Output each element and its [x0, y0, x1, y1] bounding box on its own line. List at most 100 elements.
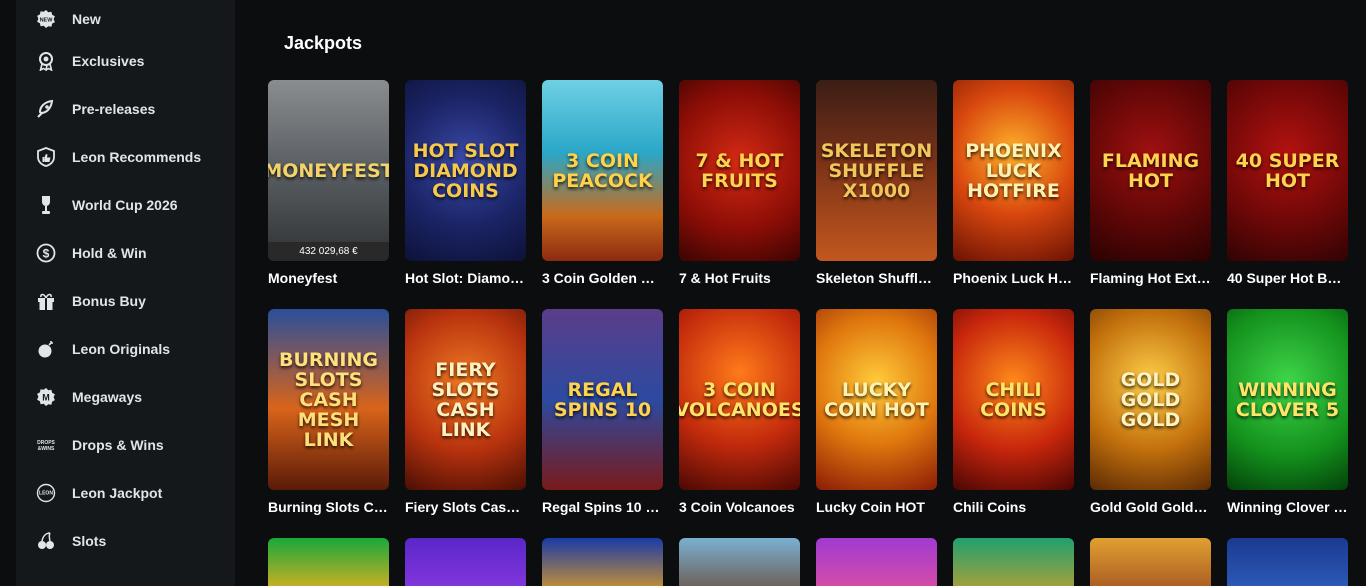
bomb-icon: [35, 338, 57, 360]
megaways-icon: M: [35, 386, 57, 408]
game-card[interactable]: [405, 538, 526, 586]
sidebar-item-hold-win[interactable]: $ Hold & Win: [16, 229, 235, 277]
game-thumbnail[interactable]: 40 SUPER HOT: [1227, 80, 1348, 261]
game-logo-text: MONEYFEST: [268, 159, 389, 182]
jackpot-amount: 432 029,68 €: [268, 242, 389, 261]
game-thumbnail[interactable]: [953, 538, 1074, 586]
game-card[interactable]: BURNING SLOTS CASH MESH LINK Burning Slot…: [268, 309, 389, 515]
sidebar-item-label: Hold & Win: [72, 245, 147, 261]
sidebar-item-label: Slots: [72, 533, 107, 549]
sidebar-item-slots[interactable]: Slots: [16, 517, 235, 565]
casino-app: NEW New Exclusives Pre-releases Leon Recomme…: [0, 0, 1366, 586]
game-card[interactable]: CHILI COINS Chili Coins: [953, 309, 1074, 515]
game-title[interactable]: 7 & Hot Fruits: [679, 270, 800, 286]
game-thumbnail[interactable]: [1227, 538, 1348, 586]
game-card[interactable]: WINNING CLOVER 5 Winning Clover 5 Hold & …: [1227, 309, 1348, 515]
game-card[interactable]: [542, 538, 663, 586]
game-card[interactable]: [679, 538, 800, 586]
game-card[interactable]: REGAL SPINS 10 Regal Spins 10 Pate Editio…: [542, 309, 663, 515]
game-card[interactable]: MONEYFEST 432 029,68 € Moneyfest: [268, 80, 389, 286]
game-thumbnail[interactable]: [542, 538, 663, 586]
game-title[interactable]: Winning Clover 5 Hold & Win: [1227, 499, 1348, 515]
game-card[interactable]: 7 & HOT FRUITS 7 & Hot Fruits: [679, 80, 800, 286]
sidebar-item-megaways[interactable]: M Megaways: [16, 373, 235, 421]
game-title[interactable]: Chili Coins: [953, 499, 1074, 515]
game-title[interactable]: 3 Coin Golden Peacock: [542, 270, 663, 286]
game-thumbnail[interactable]: WINNING CLOVER 5: [1227, 309, 1348, 490]
game-thumbnail[interactable]: BURNING SLOTS CASH MESH LINK: [268, 309, 389, 490]
game-title[interactable]: Moneyfest: [268, 270, 389, 286]
game-card[interactable]: 3 COIN PEACOCK 3 Coin Golden Peacock: [542, 80, 663, 286]
sidebar-item-label: Pre-releases: [72, 101, 156, 117]
game-thumbnail[interactable]: [679, 538, 800, 586]
game-title[interactable]: Skeleton Shuffle x1000: [816, 270, 937, 286]
game-logo-text: GOLD GOLD GOLD: [1120, 368, 1181, 431]
leon-jackpot-icon: LEON: [35, 482, 57, 504]
sidebar-item-exclusives[interactable]: Exclusives: [16, 37, 235, 85]
sidebar-item-leon-recommends[interactable]: Leon Recommends: [16, 133, 235, 181]
sidebar-item-label: Leon Originals: [72, 341, 171, 357]
game-logo-text: SKELETON SHUFFLE X1000: [820, 139, 933, 202]
game-thumbnail[interactable]: CHILI COINS: [953, 309, 1074, 490]
game-title[interactable]: Flaming Hot Extreme: [1090, 270, 1211, 286]
sidebar-item-new[interactable]: NEW New: [16, 0, 235, 37]
game-thumbnail[interactable]: HOT SLOT DIAMOND COINS: [405, 80, 526, 261]
svg-text:$: $: [43, 247, 50, 261]
game-thumbnail[interactable]: GOLD GOLD GOLD: [1090, 309, 1211, 490]
game-title[interactable]: Regal Spins 10 Pate Edition: [542, 499, 663, 515]
sidebar-item-label: Leon Recommends: [72, 149, 202, 165]
game-card[interactable]: [1090, 538, 1211, 586]
game-thumbnail[interactable]: MONEYFEST 432 029,68 €: [268, 80, 389, 261]
game-card[interactable]: FLAMING HOT Flaming Hot Extreme: [1090, 80, 1211, 286]
sidebar-item-label: Exclusives: [72, 53, 145, 69]
game-card[interactable]: [816, 538, 937, 586]
game-logo-text: LUCKY COIN HOT: [824, 378, 929, 421]
game-thumbnail[interactable]: 3 COIN VOLCANOES: [679, 309, 800, 490]
game-title[interactable]: Fiery Slots Cash Mesh Link: [405, 499, 526, 515]
game-thumbnail[interactable]: SKELETON SHUFFLE X1000: [816, 80, 937, 261]
sidebar-item-leon-originals[interactable]: Leon Originals: [16, 325, 235, 373]
game-logo-text: HOT SLOT DIAMOND COINS: [412, 139, 519, 202]
game-card[interactable]: LUCKY COIN HOT Lucky Coin HOT: [816, 309, 937, 515]
game-thumbnail[interactable]: 7 & HOT FRUITS: [679, 80, 800, 261]
game-thumbnail[interactable]: PHOENIX LUCK HOTFIRE: [953, 80, 1074, 261]
game-title[interactable]: Hot Slot: Diamond Coins: [405, 270, 526, 286]
game-thumbnail[interactable]: [405, 538, 526, 586]
game-logo-text: 40 SUPER HOT: [1235, 149, 1340, 192]
game-card[interactable]: [268, 538, 389, 586]
game-card[interactable]: 3 COIN VOLCANOES 3 Coin Volcanoes: [679, 309, 800, 515]
game-title[interactable]: 3 Coin Volcanoes: [679, 499, 800, 515]
game-thumbnail[interactable]: [816, 538, 937, 586]
game-logo-text: REGAL SPINS 10: [553, 378, 652, 421]
sidebar-item-pre-releases[interactable]: Pre-releases: [16, 85, 235, 133]
game-card[interactable]: GOLD GOLD GOLD Gold Gold Gold Hold and Wi…: [1090, 309, 1211, 515]
game-thumbnail[interactable]: [1090, 538, 1211, 586]
game-card[interactable]: SKELETON SHUFFLE X1000 Skeleton Shuffle x…: [816, 80, 937, 286]
game-thumbnail[interactable]: 3 COIN PEACOCK: [542, 80, 663, 261]
game-card[interactable]: FIERY SLOTS CASH LINK Fiery Slots Cash Me…: [405, 309, 526, 515]
game-card[interactable]: HOT SLOT DIAMOND COINS Hot Slot: Diamond …: [405, 80, 526, 286]
cherries-icon: [35, 530, 57, 552]
game-title[interactable]: Burning Slots Cash Mesh Link: [268, 499, 389, 515]
sidebar-item-bonus-buy[interactable]: Bonus Buy: [16, 277, 235, 325]
game-thumbnail[interactable]: FLAMING HOT: [1090, 80, 1211, 261]
game-card[interactable]: PHOENIX LUCK HOTFIRE Phoenix Luck Hotfire…: [953, 80, 1074, 286]
game-card[interactable]: [953, 538, 1074, 586]
rocket-icon: [35, 98, 57, 120]
game-thumbnail[interactable]: [268, 538, 389, 586]
game-title[interactable]: Phoenix Luck Hotfire Hold & Win: [953, 270, 1074, 286]
game-thumbnail[interactable]: REGAL SPINS 10: [542, 309, 663, 490]
sidebar-item-drops-wins[interactable]: DROPS &WINS Drops & Wins: [16, 421, 235, 469]
sidebar-item-leon-jackpot[interactable]: LEON Leon Jackpot: [16, 469, 235, 517]
game-title[interactable]: 40 Super Hot Bell Link: [1227, 270, 1348, 286]
svg-text:LEON: LEON: [39, 491, 53, 497]
game-title[interactable]: Gold Gold Gold Hold and Win: [1090, 499, 1211, 515]
game-title[interactable]: Lucky Coin HOT: [816, 499, 937, 515]
game-thumbnail[interactable]: FIERY SLOTS CASH LINK: [405, 309, 526, 490]
game-thumbnail[interactable]: LUCKY COIN HOT: [816, 309, 937, 490]
game-card[interactable]: [1227, 538, 1348, 586]
game-logo-text: 3 COIN PEACOCK: [552, 149, 653, 192]
sidebar-item-world-cup-2026[interactable]: World Cup 2026: [16, 181, 235, 229]
game-logo-text: BURNING SLOTS CASH MESH LINK: [278, 348, 378, 451]
game-card[interactable]: 40 SUPER HOT 40 Super Hot Bell Link: [1227, 80, 1348, 286]
